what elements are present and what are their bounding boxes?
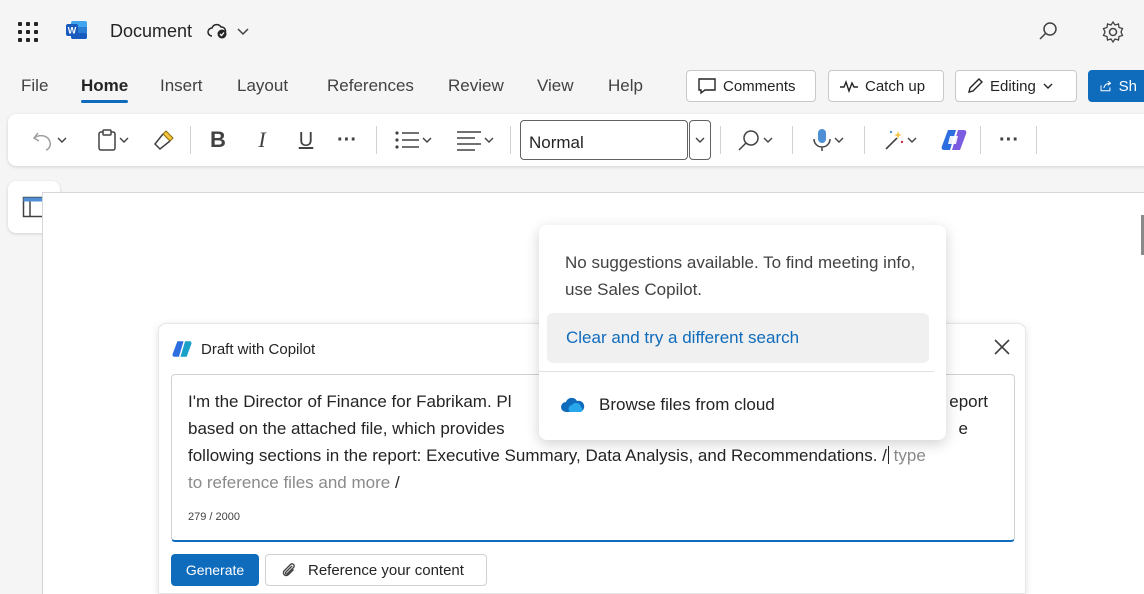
editing-label: Editing bbox=[990, 77, 1036, 95]
chevron-down-icon bbox=[763, 137, 773, 143]
bold-button[interactable]: B bbox=[202, 124, 234, 156]
catch-up-label: Catch up bbox=[865, 77, 926, 95]
title-bar: W Document bbox=[0, 0, 1144, 64]
no-suggestions-message: No suggestions available. To find meetin… bbox=[565, 253, 916, 299]
comments-label: Comments bbox=[723, 77, 796, 95]
text-caret bbox=[887, 446, 889, 464]
more-formatting-button[interactable]: ··· bbox=[330, 124, 364, 156]
undo-button[interactable] bbox=[26, 124, 74, 156]
catch-up-button[interactable]: Catch up bbox=[828, 70, 944, 102]
align-left-icon bbox=[457, 131, 481, 151]
suggestions-popup: No suggestions available. To find meetin… bbox=[539, 225, 946, 440]
italic-button[interactable]: I bbox=[246, 124, 278, 156]
document-title[interactable]: Document bbox=[110, 21, 192, 42]
chevron-down-icon bbox=[1043, 83, 1053, 89]
copilot-button[interactable] bbox=[936, 124, 972, 156]
share-button[interactable]: Sh bbox=[1088, 70, 1144, 102]
copilot-title: Draft with Copilot bbox=[201, 340, 316, 358]
word-logo: W bbox=[66, 21, 87, 39]
reference-content-button[interactable]: Reference your content bbox=[265, 554, 487, 586]
chevron-down-icon[interactable] bbox=[236, 24, 250, 38]
chevron-down-icon bbox=[907, 137, 917, 143]
comment-icon bbox=[698, 78, 716, 95]
ribbon-toolbar: B I U ··· Normal ··· bbox=[8, 114, 1144, 166]
search-icon bbox=[738, 130, 759, 151]
tab-review[interactable]: Review bbox=[448, 76, 504, 96]
browse-cloud-option[interactable]: Browse files from cloud bbox=[561, 395, 775, 415]
pencil-icon bbox=[968, 78, 983, 93]
designer-button[interactable] bbox=[874, 124, 926, 156]
style-dropdown-button[interactable] bbox=[689, 120, 711, 160]
tab-view[interactable]: View bbox=[537, 76, 574, 96]
search-icon[interactable] bbox=[1036, 20, 1060, 44]
copilot-header: Draft with Copilot bbox=[171, 339, 315, 359]
prompt-hint-b: to reference files and more bbox=[188, 473, 391, 492]
format-painter-icon bbox=[153, 130, 174, 151]
clear-search-option[interactable]: Clear and try a different search bbox=[547, 313, 929, 363]
pulse-icon bbox=[840, 79, 858, 93]
prompt-line-2-end: e bbox=[958, 419, 968, 438]
clipboard-icon bbox=[98, 129, 116, 151]
align-button[interactable] bbox=[448, 124, 502, 156]
undo-icon bbox=[32, 132, 51, 151]
style-input[interactable]: Normal bbox=[520, 120, 688, 160]
format-painter-button[interactable] bbox=[148, 124, 180, 156]
chevron-down-icon bbox=[834, 137, 844, 143]
browse-cloud-label: Browse files from cloud bbox=[599, 395, 775, 414]
onedrive-icon bbox=[561, 397, 585, 412]
divider bbox=[539, 371, 934, 372]
tab-home[interactable]: Home bbox=[81, 76, 129, 103]
chevron-down-icon bbox=[422, 137, 432, 143]
magic-wand-icon bbox=[885, 130, 904, 150]
ribbon-overflow-button[interactable]: ··· bbox=[992, 124, 1026, 156]
copilot-icon bbox=[172, 341, 192, 357]
gear-icon[interactable] bbox=[1101, 20, 1125, 44]
paperclip-icon bbox=[282, 563, 295, 577]
find-button[interactable] bbox=[730, 124, 780, 156]
share-icon bbox=[1100, 80, 1112, 92]
tab-file[interactable]: File bbox=[21, 76, 48, 96]
tab-layout[interactable]: Layout bbox=[237, 76, 288, 96]
chevron-down-icon bbox=[695, 137, 705, 143]
bullets-button[interactable] bbox=[386, 124, 440, 156]
waffle-icon[interactable] bbox=[18, 22, 38, 42]
microphone-icon bbox=[813, 129, 831, 151]
character-count: 279 / 2000 bbox=[188, 511, 240, 523]
bullet-list-icon bbox=[395, 131, 419, 149]
underline-button[interactable]: U bbox=[290, 124, 322, 156]
prompt-line-2: based on the attached file, which provid… bbox=[188, 419, 505, 438]
tab-references[interactable]: References bbox=[327, 76, 414, 96]
comments-button[interactable]: Comments bbox=[686, 70, 816, 102]
close-icon[interactable] bbox=[991, 336, 1013, 358]
trailing-slash: / bbox=[394, 473, 400, 492]
svg-text:W: W bbox=[68, 26, 77, 36]
cloud-saved-icon bbox=[207, 23, 227, 39]
prompt-hint-a: type bbox=[893, 446, 926, 465]
copilot-icon bbox=[941, 130, 967, 150]
prompt-line-1: I'm the Director of Finance for Fabrikam… bbox=[188, 392, 512, 411]
reference-content-label: Reference your content bbox=[308, 561, 464, 579]
tab-insert[interactable]: Insert bbox=[160, 76, 203, 96]
editing-mode-button[interactable]: Editing bbox=[955, 70, 1077, 102]
tab-help[interactable]: Help bbox=[608, 76, 643, 96]
paste-button[interactable] bbox=[88, 124, 138, 156]
chevron-down-icon bbox=[57, 137, 67, 143]
share-label: Sh bbox=[1118, 77, 1137, 95]
prompt-line-3: following sections in the report: Execut… bbox=[188, 446, 887, 465]
generate-button[interactable]: Generate bbox=[171, 554, 259, 586]
prompt-line-1-end: eport bbox=[949, 392, 988, 411]
chevron-down-icon bbox=[119, 137, 129, 143]
chevron-down-icon bbox=[484, 137, 494, 143]
dictate-button[interactable] bbox=[804, 124, 852, 156]
